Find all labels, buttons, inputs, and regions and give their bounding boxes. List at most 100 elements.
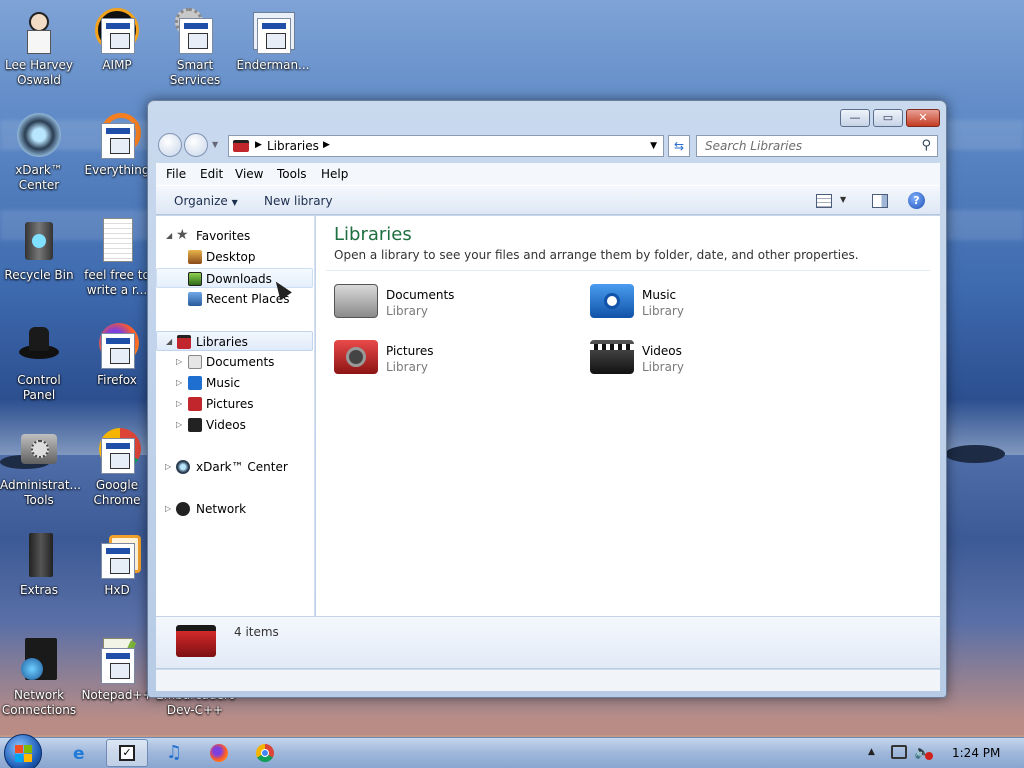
pictures-library-icon bbox=[334, 340, 378, 374]
control-panel-hat-icon bbox=[15, 323, 63, 371]
collapsed-arrow-icon[interactable]: ▷ bbox=[176, 357, 182, 366]
start-button[interactable] bbox=[4, 734, 42, 768]
desktop-icon-xdark-center[interactable]: xDark™ Center bbox=[0, 113, 78, 193]
back-button[interactable] bbox=[158, 133, 182, 157]
expanded-arrow-icon[interactable]: ◢ bbox=[166, 337, 172, 346]
library-type: Library bbox=[386, 304, 428, 318]
desktop-icon-extras[interactable]: Extras bbox=[0, 533, 78, 598]
nav-documents[interactable]: ▷ Documents bbox=[156, 352, 313, 372]
libraries-folder-icon bbox=[233, 140, 249, 152]
desktop-icon-label: Notepad++ bbox=[81, 688, 153, 702]
nav-videos[interactable]: ▷ Videos bbox=[156, 415, 313, 435]
view-dropdown-icon[interactable]: ▼ bbox=[840, 195, 846, 204]
search-input[interactable]: Search Libraries ⚲ bbox=[696, 135, 938, 157]
taskbar-firefox[interactable] bbox=[198, 739, 240, 767]
collapsed-arrow-icon[interactable]: ▷ bbox=[165, 462, 171, 471]
view-options-icon[interactable] bbox=[816, 194, 832, 208]
expanded-arrow-icon[interactable]: ◢ bbox=[166, 231, 172, 240]
nav-label: Pictures bbox=[206, 397, 254, 411]
desktop-icon-label: Network Connections bbox=[1, 688, 77, 717]
nav-favorites[interactable]: ◢ ★ Favorites bbox=[156, 226, 313, 246]
organize-button[interactable]: Organize ▼ bbox=[174, 194, 238, 208]
menu-file[interactable]: File bbox=[166, 167, 186, 181]
nav-label: Network bbox=[196, 502, 247, 516]
taskbar-aimp[interactable]: ♫ bbox=[152, 739, 194, 767]
breadcrumb-libraries[interactable]: Libraries bbox=[267, 139, 319, 153]
collapsed-arrow-icon[interactable]: ▷ bbox=[176, 399, 182, 408]
videos-library-icon bbox=[188, 418, 202, 432]
menu-help[interactable]: Help bbox=[321, 167, 348, 181]
nav-xdark-center[interactable]: ▷ xDark™ Center bbox=[156, 457, 313, 477]
clock[interactable]: 1:24 PM bbox=[952, 746, 1000, 760]
nav-music[interactable]: ▷ Music bbox=[156, 373, 313, 393]
desktop-icon-text-file[interactable]: feel free to write a r... bbox=[78, 218, 156, 298]
network-tray-icon[interactable] bbox=[891, 745, 907, 759]
desktop-icon-administrative-tools[interactable]: Administrat... Tools bbox=[0, 428, 81, 508]
music-library-icon bbox=[188, 376, 202, 390]
desktop-icon-aimp[interactable]: AIMP bbox=[78, 8, 156, 73]
collapsed-arrow-icon[interactable]: ▷ bbox=[165, 504, 171, 513]
preview-pane-icon[interactable] bbox=[872, 194, 888, 208]
chevron-down-icon: ▼ bbox=[231, 198, 238, 207]
nav-desktop[interactable]: Desktop bbox=[156, 247, 313, 267]
address-dropdown-icon[interactable]: ▼ bbox=[650, 141, 657, 151]
desktop-icon-label: Firefox bbox=[97, 373, 137, 387]
desktop-icon-google-chrome[interactable]: Google Chrome bbox=[78, 428, 156, 508]
desktop-icon-enderman[interactable]: Enderman... bbox=[234, 8, 312, 73]
desktop-icon-firefox[interactable]: Firefox bbox=[78, 323, 156, 388]
new-library-button[interactable]: New library bbox=[264, 194, 333, 208]
desktop-icon-control-panel[interactable]: Control Panel bbox=[0, 323, 78, 403]
muted-badge-icon bbox=[925, 752, 933, 760]
xdark-ring-icon bbox=[15, 113, 63, 161]
help-icon[interactable]: ? bbox=[908, 192, 925, 209]
taskbar-explorer-window[interactable]: ✓ bbox=[106, 739, 148, 767]
collapsed-arrow-icon[interactable]: ▷ bbox=[176, 378, 182, 387]
minimize-button[interactable]: — bbox=[840, 109, 870, 127]
nav-libraries[interactable]: ◢ Libraries bbox=[156, 331, 313, 351]
nav-label: Downloads bbox=[206, 272, 272, 286]
nav-pictures[interactable]: ▷ Pictures bbox=[156, 394, 313, 414]
libraries-folder-icon bbox=[176, 625, 216, 657]
show-hidden-icons-icon[interactable]: ▲ bbox=[868, 747, 875, 757]
close-button[interactable]: ✕ bbox=[906, 109, 940, 127]
documents-library-icon bbox=[334, 284, 378, 318]
desktop-icon-label: Smart Services bbox=[169, 58, 221, 87]
nav-network[interactable]: ▷ Network bbox=[156, 499, 313, 519]
desktop-icon-label: xDark™ Center bbox=[15, 163, 63, 192]
library-type: Library bbox=[642, 304, 684, 318]
taskbar-chrome[interactable] bbox=[244, 739, 286, 767]
library-item-music[interactable]: Music Library bbox=[590, 280, 820, 324]
address-bar[interactable]: ▶ Libraries ▶ ▼ bbox=[228, 135, 664, 157]
menu-edit[interactable]: Edit bbox=[200, 167, 223, 181]
menu-tools[interactable]: Tools bbox=[277, 167, 307, 181]
recent-places-icon bbox=[188, 292, 202, 306]
search-icon[interactable]: ⚲ bbox=[921, 138, 931, 153]
library-name: Documents bbox=[386, 288, 455, 302]
nav-label: xDark™ Center bbox=[196, 460, 288, 474]
library-item-pictures[interactable]: Pictures Library bbox=[334, 336, 564, 380]
library-name: Videos bbox=[642, 344, 682, 358]
admin-gears-icon bbox=[15, 428, 63, 476]
refresh-button[interactable]: ⇆ bbox=[668, 135, 690, 157]
forward-button[interactable] bbox=[184, 133, 208, 157]
breadcrumb-chevron-icon[interactable]: ▶ bbox=[323, 140, 330, 150]
maximize-button[interactable]: ▭ bbox=[873, 109, 903, 127]
desktop-icon-network-connections[interactable]: Network Connections bbox=[0, 638, 78, 718]
desktop-icon-hxd[interactable]: HxD bbox=[78, 533, 156, 598]
chrome-icon bbox=[93, 428, 141, 476]
collapsed-arrow-icon[interactable]: ▷ bbox=[176, 420, 182, 429]
desktop-icon-recycle-bin[interactable]: Recycle Bin bbox=[0, 218, 78, 283]
anime-character-icon bbox=[15, 8, 63, 56]
desktop-icon-everything[interactable]: Everything bbox=[78, 113, 156, 178]
taskbar-internet-explorer[interactable]: e bbox=[60, 739, 102, 767]
desktop-icon-lee-harvey-oswald[interactable]: Lee Harvey Oswald bbox=[0, 8, 78, 88]
menu-view[interactable]: View bbox=[235, 167, 263, 181]
desktop-icon-notepad-plus-plus[interactable]: Notepad++ bbox=[78, 638, 156, 703]
organize-label: Organize bbox=[174, 194, 228, 208]
library-item-videos[interactable]: Videos Library bbox=[590, 336, 820, 380]
recent-pages-chevron-icon[interactable]: ▼ bbox=[212, 140, 218, 149]
desktop-icon-smart-services[interactable]: Smart Services bbox=[156, 8, 234, 88]
library-item-documents[interactable]: Documents Library bbox=[334, 280, 564, 324]
close-icon: ✕ bbox=[918, 111, 928, 124]
nav-downloads[interactable]: Downloads bbox=[156, 268, 313, 288]
